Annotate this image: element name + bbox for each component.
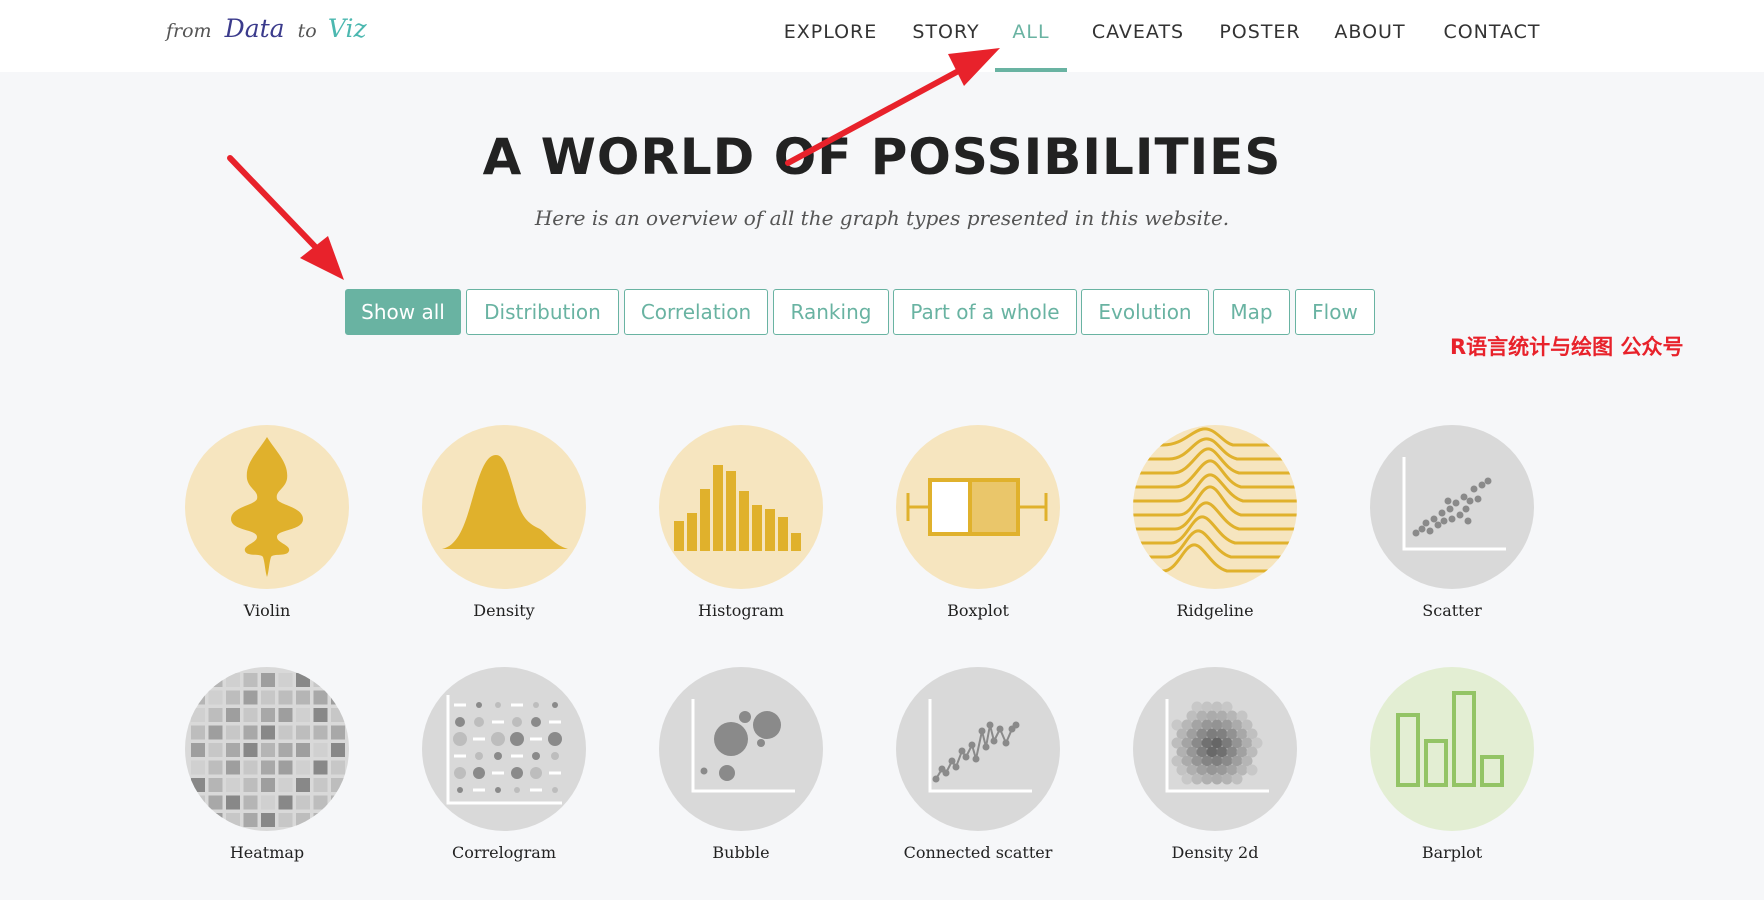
heatmap-icon xyxy=(185,667,349,831)
watermark-text: R语言统计与绘图 公众号 xyxy=(1450,335,1684,359)
nav-item-explore[interactable]: EXPLORE xyxy=(778,0,883,72)
chart-card-ridgeline[interactable]: Ridgeline xyxy=(1115,425,1315,620)
chart-label: Density 2d xyxy=(1171,843,1259,862)
chart-card-heatmap[interactable]: Heatmap xyxy=(167,667,367,862)
filter-ranking-button[interactable]: Ranking xyxy=(773,289,889,335)
filter-evolution-button[interactable]: Evolution xyxy=(1081,289,1209,335)
chart-label: Heatmap xyxy=(229,843,305,862)
logo-viz: Viz xyxy=(327,14,367,43)
barplot-icon xyxy=(1370,667,1534,831)
chart-card-bubble[interactable]: Bubble xyxy=(641,667,841,862)
chart-label: Violin xyxy=(243,601,291,620)
chart-card-connected-scatter[interactable]: Connected scatter xyxy=(878,667,1078,862)
chart-card-histogram[interactable]: Histogram xyxy=(641,425,841,620)
correlogram-icon xyxy=(422,667,586,831)
chart-label: Density xyxy=(473,601,535,620)
chart-label: Ridgeline xyxy=(1176,601,1254,620)
filter-distribution-button[interactable]: Distribution xyxy=(466,289,619,335)
bubble-icon xyxy=(659,667,823,831)
page-subtitle: Here is an overview of all the graph typ… xyxy=(534,206,1230,230)
chart-card-boxplot[interactable]: Boxplot xyxy=(878,425,1078,620)
filter-part-of-whole-button[interactable]: Part of a whole xyxy=(893,289,1077,335)
chart-card-density-2d[interactable]: Density 2d xyxy=(1115,667,1315,862)
nav-item-caveats[interactable]: CAVEATS xyxy=(1084,0,1192,72)
boxplot-icon xyxy=(896,425,1060,589)
nav-item-poster[interactable]: POSTER xyxy=(1214,0,1306,72)
nav-item-contact[interactable]: CONTACT xyxy=(1436,0,1548,72)
density-icon xyxy=(422,425,586,589)
chart-card-density[interactable]: Density xyxy=(404,425,604,620)
chart-card-scatter[interactable]: Scatter xyxy=(1352,425,1552,620)
chart-card-barplot[interactable]: Barplot xyxy=(1352,667,1552,862)
nav-item-about[interactable]: ABOUT xyxy=(1328,0,1412,72)
logo-data: Data xyxy=(224,14,285,43)
chart-label: Histogram xyxy=(698,601,784,620)
histogram-icon xyxy=(659,425,823,589)
site-logo[interactable]: from Data to Viz xyxy=(166,14,367,54)
chart-label: Boxplot xyxy=(947,601,1009,620)
violin-icon xyxy=(185,425,349,589)
top-navbar: from Data to Viz EXPLORE STORY ALL CAVEA… xyxy=(0,0,1764,72)
chart-card-correlogram[interactable]: Correlogram xyxy=(404,667,604,862)
connected-scatter-icon xyxy=(896,667,1060,831)
filter-correlation-button[interactable]: Correlation xyxy=(624,289,768,335)
filter-flow-button[interactable]: Flow xyxy=(1295,289,1375,335)
nav-item-all[interactable]: ALL xyxy=(995,0,1067,72)
filter-show-all-button[interactable]: Show all xyxy=(345,289,461,335)
chart-card-violin[interactable]: Violin xyxy=(167,425,367,620)
chart-label: Connected scatter xyxy=(903,843,1053,862)
logo-from: from xyxy=(166,20,212,42)
logo-to: to xyxy=(297,20,317,42)
chart-label: Scatter xyxy=(1422,601,1482,620)
density-2d-icon xyxy=(1133,667,1297,831)
chart-label: Correlogram xyxy=(452,843,556,862)
chart-label: Barplot xyxy=(1421,843,1483,862)
nav-item-story[interactable]: STORY xyxy=(906,0,986,72)
page-title: A WORLD OF POSSIBILITIES xyxy=(482,128,1282,186)
ridgeline-icon xyxy=(1133,425,1297,589)
chart-label: Bubble xyxy=(712,843,770,862)
scatter-icon xyxy=(1370,425,1534,589)
filter-map-button[interactable]: Map xyxy=(1213,289,1290,335)
